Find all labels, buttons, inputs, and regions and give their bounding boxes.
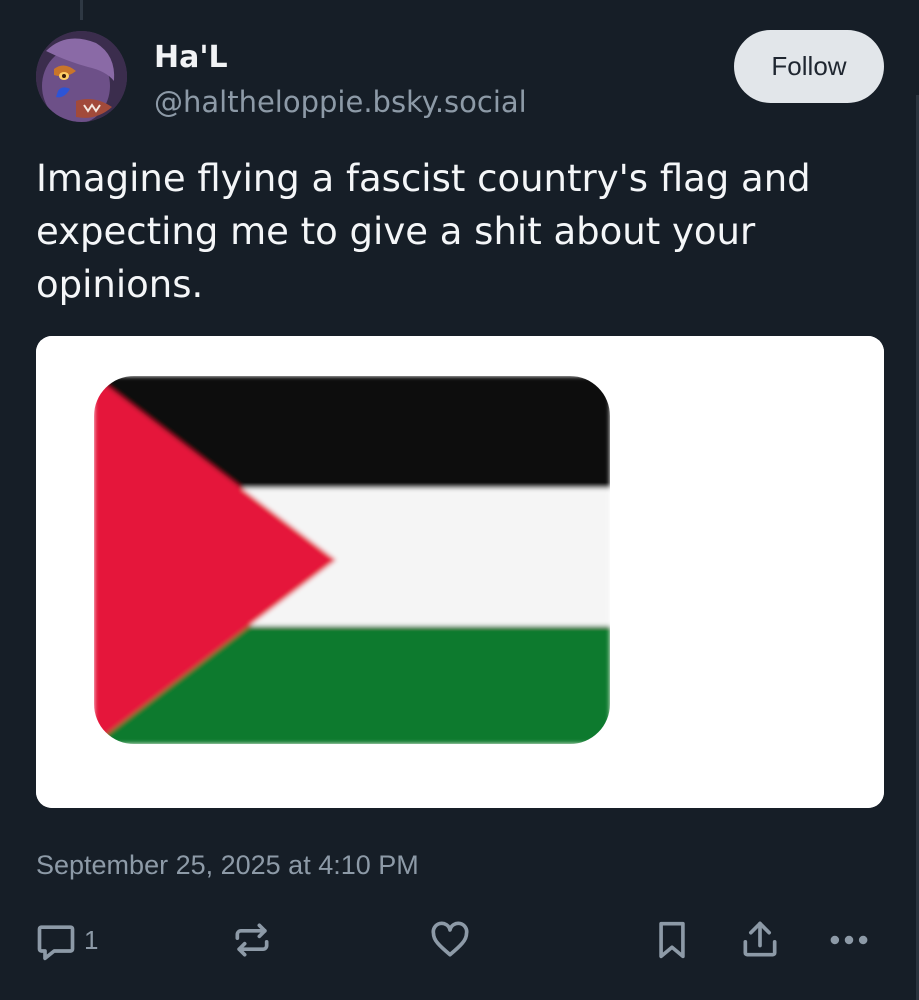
repost-icon xyxy=(235,923,269,957)
share-button[interactable] xyxy=(738,918,782,962)
author-handle[interactable]: @haltheloppie.bsky.social xyxy=(154,82,527,122)
repost-button[interactable] xyxy=(230,918,274,962)
avatar-image xyxy=(36,31,127,122)
like-button[interactable] xyxy=(428,918,472,962)
reply-icon xyxy=(37,925,75,961)
bookmark-icon xyxy=(659,921,685,959)
more-options-button[interactable] xyxy=(826,918,872,962)
author-display-name[interactable]: Ha'L xyxy=(154,38,228,78)
bookmark-button[interactable] xyxy=(652,918,692,962)
thread-connector-line xyxy=(80,0,83,20)
post-timestamp[interactable]: September 25, 2025 at 4:10 PM xyxy=(36,845,419,885)
like-icon xyxy=(431,921,469,957)
share-icon xyxy=(743,921,777,957)
post-image[interactable] xyxy=(36,336,884,808)
palestine-flag-image xyxy=(36,336,884,808)
reply-count: 1 xyxy=(84,924,99,955)
more-icon xyxy=(830,935,868,945)
follow-button[interactable]: Follow xyxy=(734,30,884,103)
avatar[interactable] xyxy=(36,31,127,122)
post-text: Imagine flying a fascist country's flag … xyxy=(36,157,811,306)
reply-button[interactable]: 1 xyxy=(34,918,98,962)
